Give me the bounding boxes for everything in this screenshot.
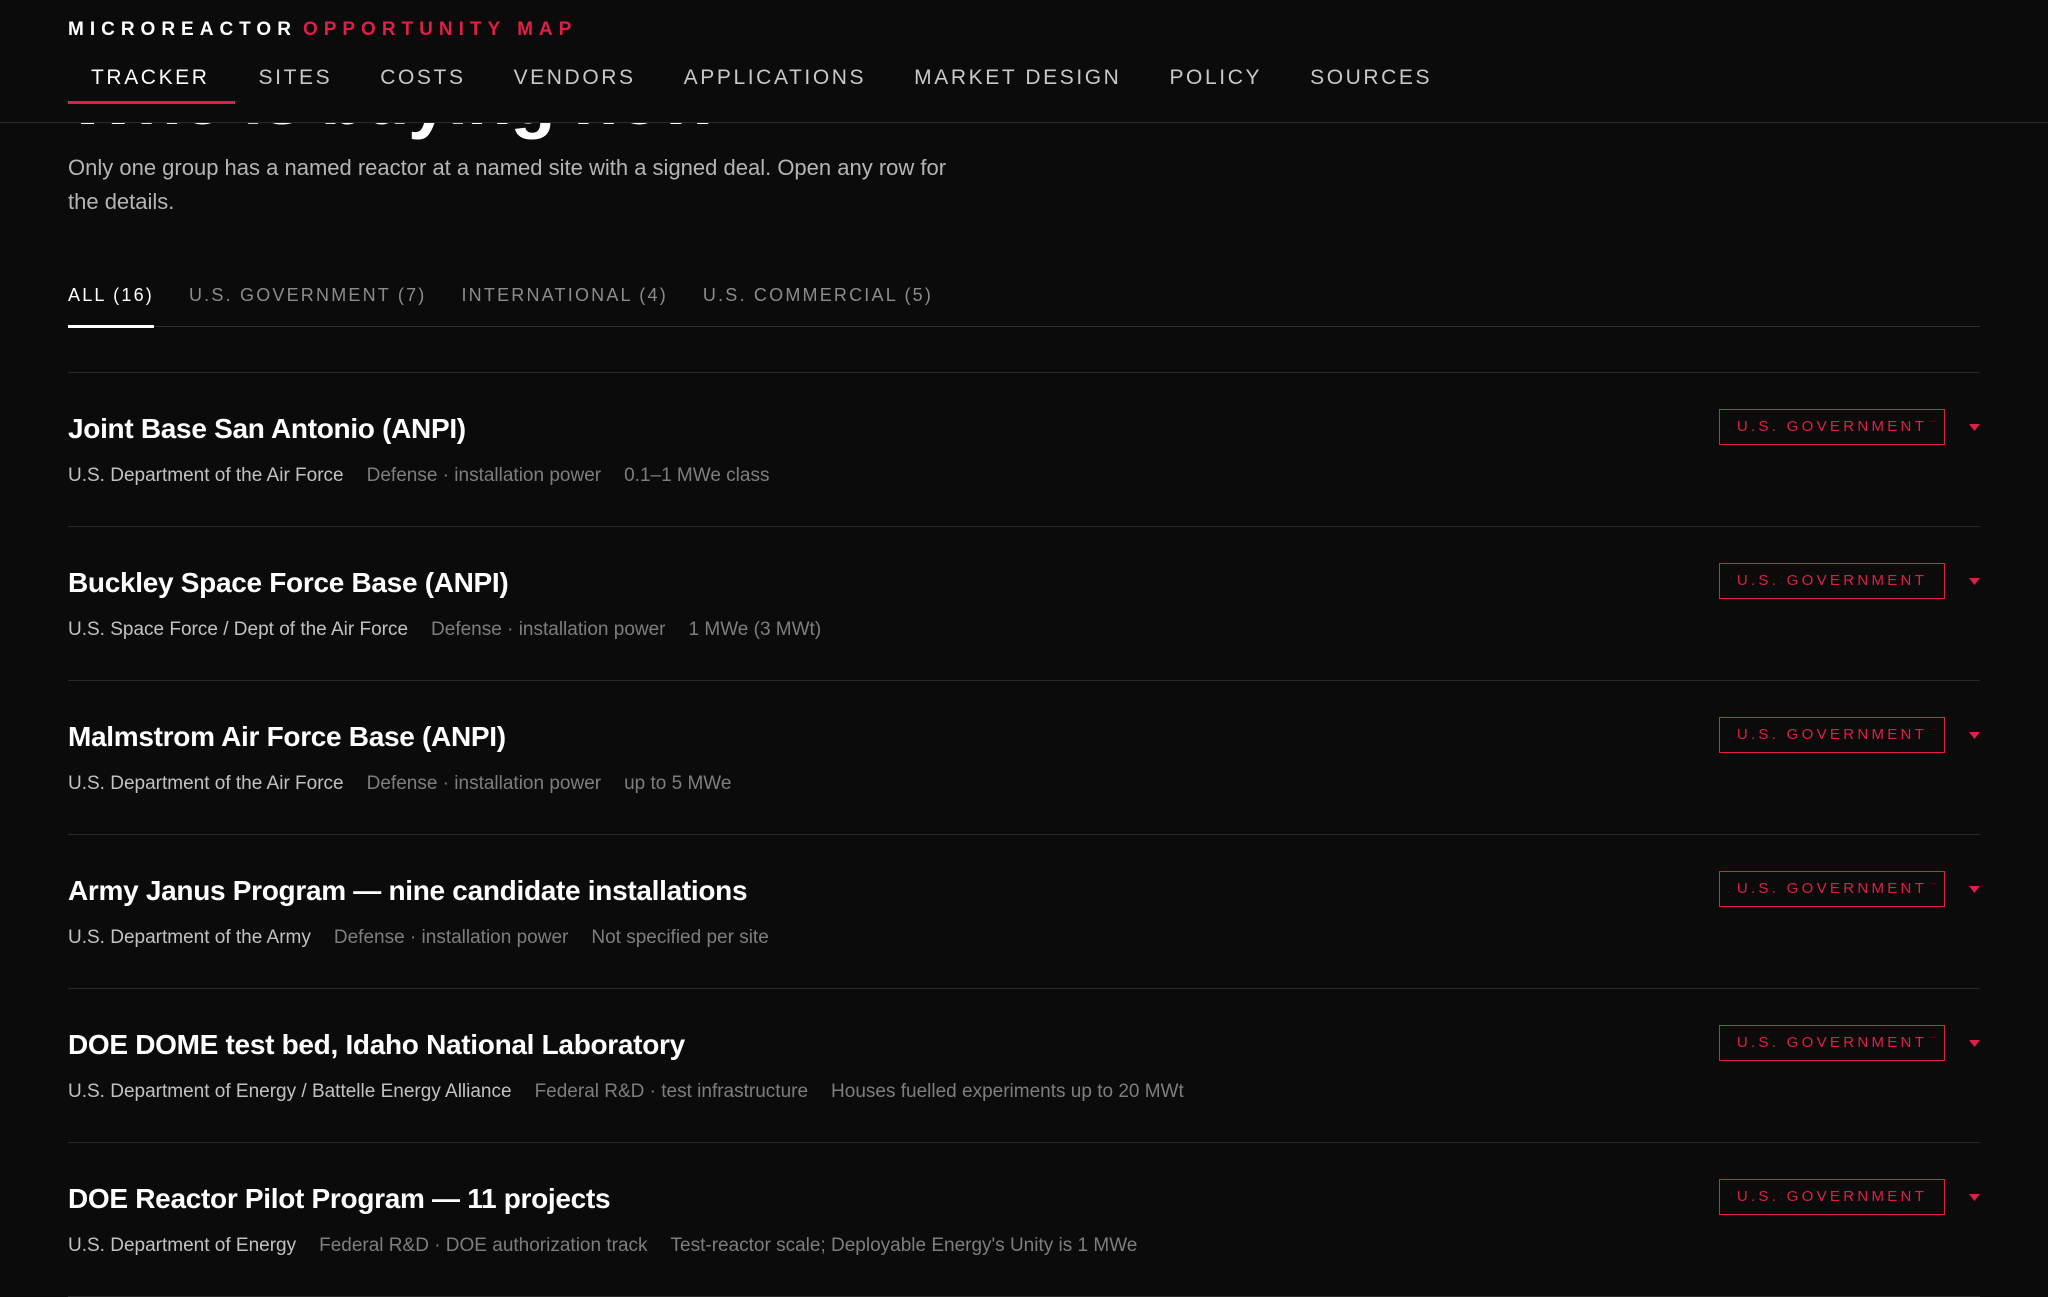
buyer-list: Joint Base San Antonio (ANPI) U.S. Depar… (68, 372, 1980, 1297)
category-badge: U.S. GOVERNMENT (1719, 871, 1945, 907)
buyer-organization: U.S. Department of Energy (68, 1235, 297, 1256)
filter-tab-us-commercial[interactable]: U.S. COMMERCIAL (5) (703, 270, 933, 327)
buyer-meta: U.S. Space Force / Dept of the Air Force… (68, 619, 821, 641)
nav-tab-policy[interactable]: POLICY (1145, 58, 1286, 106)
buyer-name: DOE Reactor Pilot Program — 11 projects (68, 1183, 611, 1214)
filter-tab-us-government[interactable]: U.S. GOVERNMENT (7) (189, 270, 427, 327)
category-badge: U.S. GOVERNMENT (1719, 1179, 1945, 1215)
buyer-meta: U.S. Department of Energy Federal R&D · … (68, 1235, 1137, 1257)
chevron-down-icon[interactable] (1969, 886, 1980, 893)
nav-tab-sites[interactable]: SITES (235, 58, 357, 106)
page-intro: Only one group has a named reactor at a … (68, 155, 947, 214)
category-badge: U.S. GOVERNMENT (1719, 563, 1945, 599)
buyer-organization: U.S. Department of the Air Force (68, 773, 344, 794)
buyer-sector: Federal R&D · test infrastructure (534, 1081, 809, 1102)
chevron-down-icon[interactable] (1969, 578, 1980, 585)
buyer-name: Malmstrom Air Force Base (ANPI) (68, 721, 506, 752)
buyer-row[interactable]: Malmstrom Air Force Base (ANPI) U.S. Dep… (68, 681, 1980, 835)
nav-tab-costs[interactable]: COSTS (356, 58, 489, 106)
category-badge: U.S. GOVERNMENT (1719, 717, 1945, 753)
buyer-sector: Defense · installation power (366, 773, 602, 794)
buyer-row[interactable]: DOE Reactor Pilot Program — 11 projects … (68, 1143, 1980, 1297)
brand-primary: MICROREACTOR (68, 19, 297, 40)
chevron-down-icon[interactable] (1969, 732, 1980, 739)
chevron-down-icon[interactable] (1969, 1040, 1980, 1047)
buyer-size: up to 5 MWe (624, 773, 732, 794)
nav-tab-market-design[interactable]: MARKET DESIGN (890, 58, 1145, 106)
page-content: Who is buying now Only one group has a n… (0, 0, 2048, 1297)
nav-tab-tracker[interactable]: TRACKER (68, 58, 235, 106)
buyer-name: Army Janus Program — nine candidate inst… (68, 875, 748, 906)
buyer-size: Not specified per site (591, 927, 769, 948)
buyer-organization: U.S. Department of Energy / Battelle Ene… (68, 1081, 512, 1102)
buyer-meta: U.S. Department of the Air Force Defense… (68, 465, 769, 487)
buyer-name: Buckley Space Force Base (ANPI) (68, 567, 509, 598)
buyer-size: 1 MWe (3 MWt) (688, 619, 822, 640)
main-nav: TRACKER SITES COSTS VENDORS APPLICATIONS… (68, 58, 1456, 106)
buyer-row[interactable]: Joint Base San Antonio (ANPI) U.S. Depar… (68, 373, 1980, 527)
buyer-row[interactable]: Army Janus Program — nine candidate inst… (68, 835, 1980, 989)
buyer-sector: Defense · installation power (366, 465, 602, 486)
buyer-name: DOE DOME test bed, Idaho National Labora… (68, 1029, 685, 1060)
chevron-down-icon[interactable] (1969, 424, 1980, 431)
buyer-organization: U.S. Department of the Air Force (68, 465, 344, 486)
buyer-sector: Defense · installation power (431, 619, 666, 640)
buyer-name: Joint Base San Antonio (ANPI) (68, 413, 466, 444)
buyer-sector: Defense · installation power (333, 927, 569, 948)
buyer-row[interactable]: Buckley Space Force Base (ANPI) U.S. Spa… (68, 527, 1980, 681)
nav-tab-sources[interactable]: SOURCES (1286, 58, 1456, 106)
category-badge: U.S. GOVERNMENT (1719, 409, 1945, 445)
buyer-sector: Federal R&D · DOE authorization track (319, 1235, 648, 1256)
buyer-meta: U.S. Department of the Army Defense · in… (68, 927, 769, 949)
chevron-down-icon[interactable] (1969, 1194, 1980, 1201)
filter-tabs: ALL (16) U.S. GOVERNMENT (7) INTERNATION… (68, 270, 1980, 328)
buyer-size: 0.1–1 MWe class (624, 465, 770, 486)
buyer-meta: U.S. Department of the Air Force Defense… (68, 773, 731, 795)
buyer-organization: U.S. Department of the Army (68, 927, 311, 948)
buyer-size: Houses fuelled experiments up to 20 MWt (831, 1081, 1184, 1102)
nav-tab-vendors[interactable]: VENDORS (490, 58, 660, 106)
brand-accent: OPPORTUNITY MAP (302, 19, 578, 40)
buyer-row[interactable]: DOE DOME test bed, Idaho National Labora… (68, 989, 1980, 1143)
buyer-meta: U.S. Department of Energy / Battelle Ene… (68, 1081, 1184, 1103)
nav-tab-applications[interactable]: APPLICATIONS (660, 58, 891, 106)
buyer-size: Test-reactor scale; Deployable Energy's … (670, 1235, 1138, 1256)
filter-tab-international[interactable]: INTERNATIONAL (4) (461, 270, 667, 327)
site-header: MICROREACTOR OPPORTUNITY MAP TRACKER SITE… (0, 0, 2048, 123)
buyer-organization: U.S. Space Force / Dept of the Air Force (68, 619, 409, 640)
filter-tab-all[interactable]: ALL (16) (68, 270, 154, 328)
category-badge: U.S. GOVERNMENT (1719, 1025, 1945, 1061)
brand-logo[interactable]: MICROREACTOR OPPORTUNITY MAP (68, 19, 577, 41)
